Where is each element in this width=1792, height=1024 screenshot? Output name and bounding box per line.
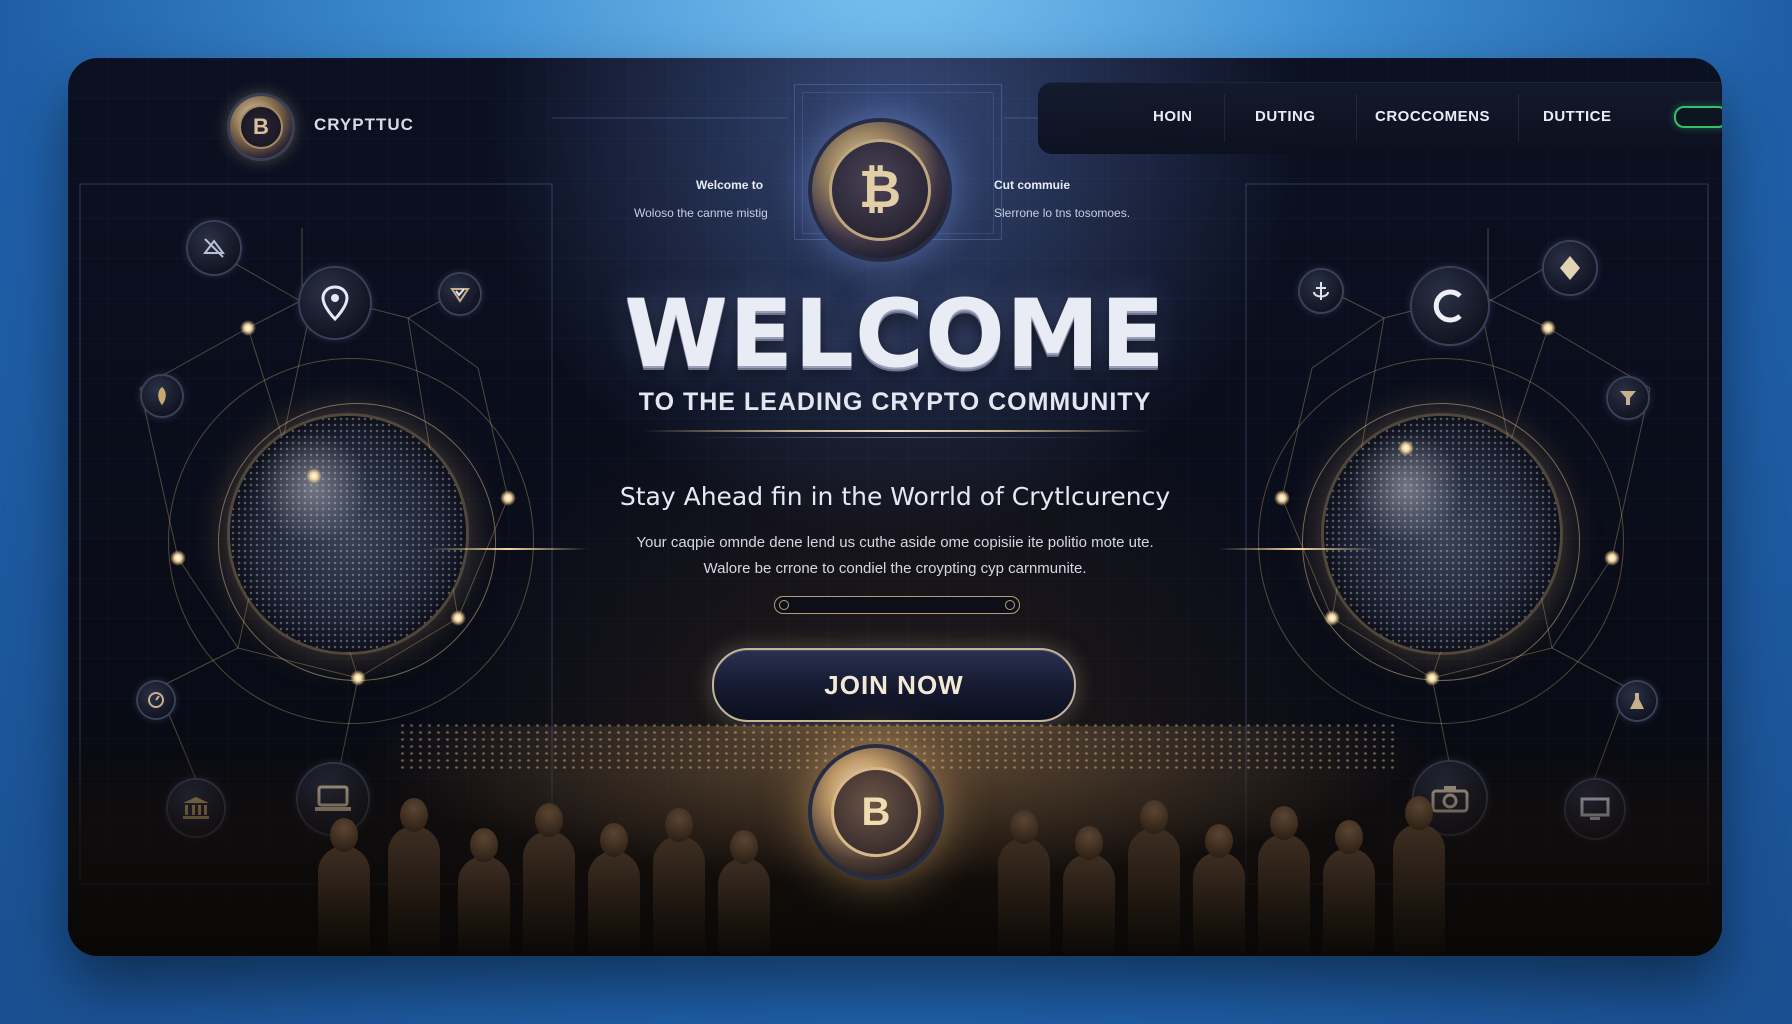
bitcoin-symbol: ₿	[829, 139, 931, 241]
crowd-person-silhouette	[588, 823, 640, 956]
network-node	[1424, 670, 1440, 686]
crowd-person-head	[1335, 820, 1363, 854]
left-side-subtitle: Woloso the canme mistig	[634, 206, 768, 220]
network-node	[1540, 320, 1556, 336]
left-lens-flare	[428, 548, 588, 550]
nav-separator	[1356, 94, 1357, 142]
theme-toggle[interactable]	[1674, 106, 1722, 128]
crowd-person-head	[730, 830, 758, 864]
network-node	[1604, 550, 1620, 566]
input-right-icon	[1005, 600, 1015, 610]
globe-dot-pattern	[1324, 416, 1560, 652]
crowd-person-silhouette	[653, 808, 705, 956]
crowd-person-head	[330, 818, 358, 852]
brand-logo-letter: B	[239, 105, 283, 149]
hero-divider	[642, 430, 1150, 432]
network-node	[500, 490, 516, 506]
crowd-person-head	[1140, 800, 1168, 834]
crowd-person-head	[665, 808, 693, 842]
no-fee-icon[interactable]	[188, 222, 240, 274]
network-node	[306, 468, 322, 484]
crowd-person-head	[400, 798, 428, 832]
nav-item-hoin[interactable]: HOIN	[1153, 108, 1193, 125]
checkmark-shield-icon[interactable]	[440, 274, 480, 314]
hero-divider-secondary	[688, 437, 1104, 438]
brand-name[interactable]: CRYPTTUC	[314, 115, 414, 135]
anchor-icon[interactable]	[1300, 270, 1342, 312]
crowd-person-head	[470, 828, 498, 862]
crowd-person-silhouette	[718, 830, 770, 956]
network-node	[1398, 440, 1414, 456]
rocket-icon[interactable]	[142, 376, 182, 416]
network-node	[240, 320, 256, 336]
crowd-person-head	[1010, 810, 1038, 844]
crowd-person-head	[1205, 824, 1233, 858]
flask-icon[interactable]	[1618, 682, 1656, 720]
network-node	[170, 550, 186, 566]
crowd-person-silhouette	[1193, 824, 1245, 956]
location-pin-icon[interactable]	[300, 268, 370, 338]
crowd-person-silhouette	[318, 818, 370, 956]
network-node	[1324, 610, 1340, 626]
crowd-person-head	[1270, 806, 1298, 840]
globe-dot-pattern	[230, 416, 466, 652]
network-node	[350, 670, 366, 686]
left-globe-icon	[230, 416, 466, 652]
right-lens-flare	[1218, 548, 1378, 550]
input-left-icon	[779, 600, 789, 610]
funnel-icon[interactable]	[1608, 378, 1648, 418]
crowd-person-head	[535, 803, 563, 837]
diamond-icon[interactable]	[1544, 242, 1596, 294]
nav-item-duting[interactable]: DUTING	[1255, 108, 1316, 125]
right-side-title: Cut commuie	[994, 178, 1071, 192]
crowd-person-silhouette	[1258, 806, 1310, 956]
brand-coin-symbol: B	[831, 767, 921, 857]
landing-page-window: B CRYPTTUC HOIN DUTING CROCCOMENS DUTTIC…	[68, 58, 1722, 956]
top-navigation: HOIN DUTING CROCCOMENS DUTTICE	[1038, 82, 1722, 154]
crowd-person-silhouette	[1063, 826, 1115, 956]
email-input-field[interactable]	[774, 596, 1020, 614]
nav-item-duttice[interactable]: DUTTICE	[1543, 108, 1612, 125]
crowd-person-silhouette	[523, 803, 575, 956]
nav-separator	[1518, 94, 1519, 142]
brand-coin-icon: B	[812, 748, 940, 876]
right-side-subtitle: Slerrone lo tns tosomoes.	[994, 206, 1131, 220]
crowd-person-silhouette	[388, 798, 440, 956]
crowd-person-silhouette	[1323, 820, 1375, 956]
timer-icon[interactable]	[138, 682, 174, 718]
crowd-person-silhouette	[1128, 800, 1180, 956]
nav-item-croccomens[interactable]: CROCCOMENS	[1375, 108, 1490, 125]
coin-c-icon[interactable]	[1412, 268, 1488, 344]
nav-separator	[1224, 94, 1225, 142]
left-side-title: Welcome to	[696, 178, 764, 192]
crowd-person-silhouette	[998, 810, 1050, 956]
crowd-person-head	[600, 823, 628, 857]
brand-logo[interactable]: B	[230, 96, 292, 158]
bitcoin-coin-icon: ₿	[812, 122, 948, 258]
right-globe-icon	[1324, 416, 1560, 652]
crowd-person-silhouette	[458, 828, 510, 956]
join-now-button[interactable]: JOIN NOW	[712, 648, 1076, 722]
crowd-person-head	[1075, 826, 1103, 860]
network-node	[1274, 490, 1290, 506]
network-node	[450, 610, 466, 626]
crowd-person-head	[1405, 796, 1433, 830]
crowd-person-silhouette	[1393, 796, 1445, 956]
